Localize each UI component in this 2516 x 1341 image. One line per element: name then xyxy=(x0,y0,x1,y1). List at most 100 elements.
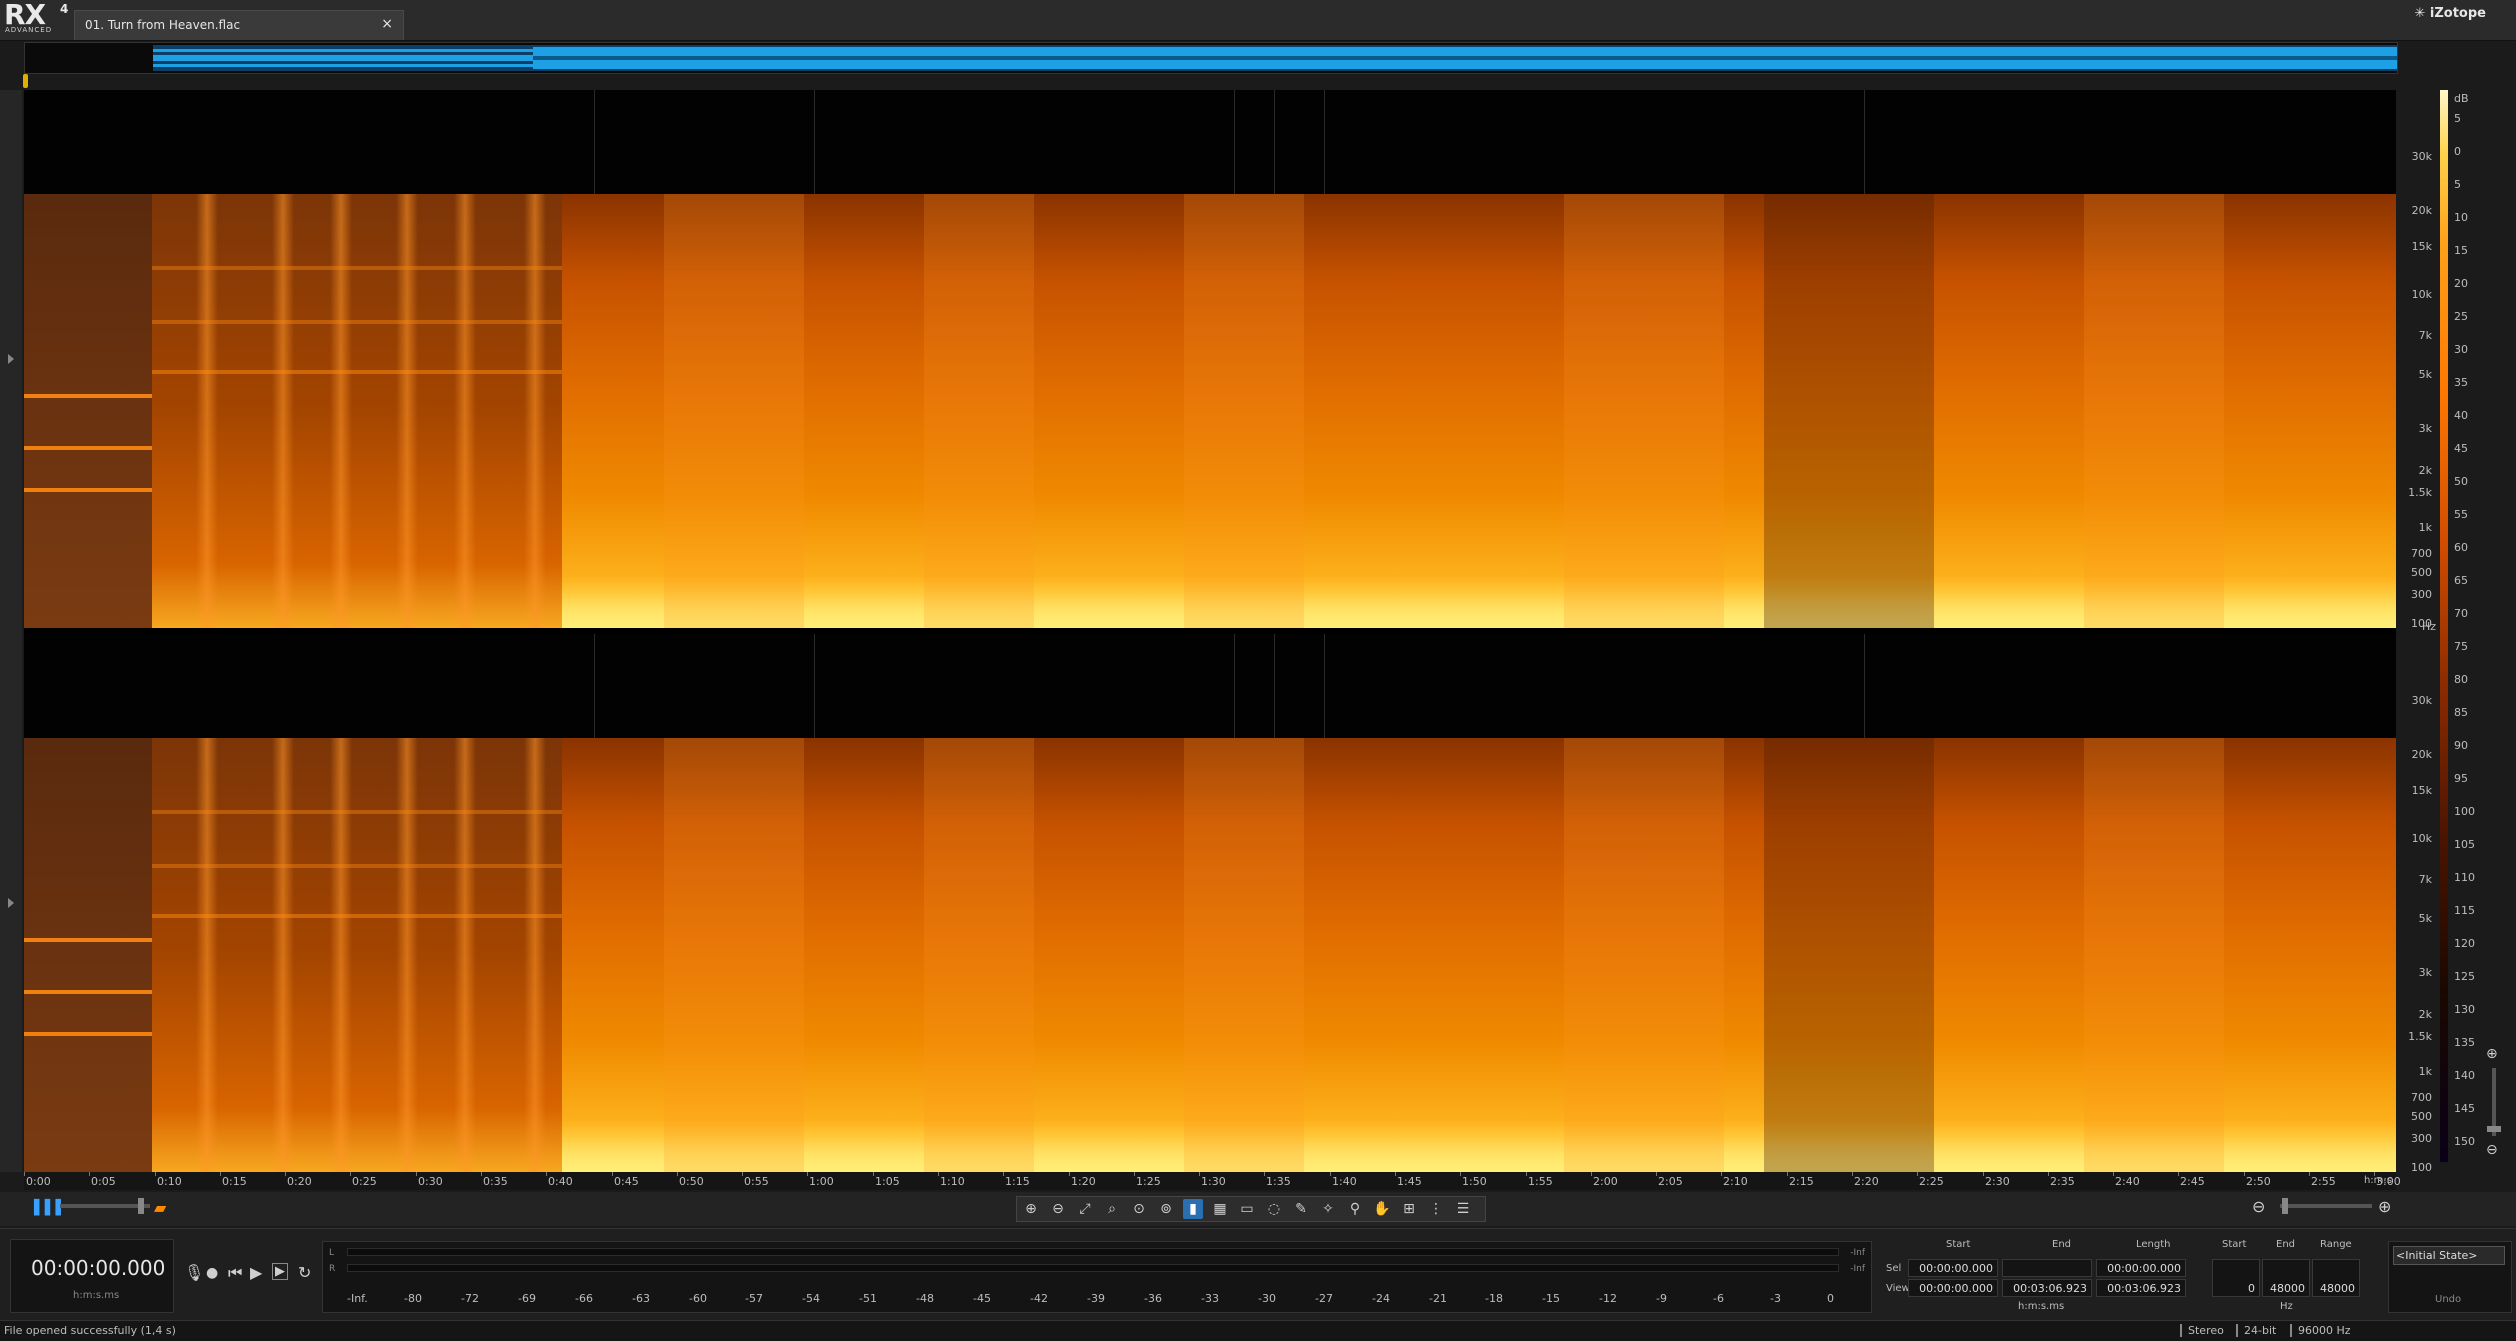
play-button[interactable]: ▶ xyxy=(250,1263,262,1282)
harmonics-icon[interactable]: ⋮ xyxy=(1426,1199,1446,1219)
horizontal-zoom-thumb[interactable] xyxy=(2282,1198,2288,1214)
freq-start-field[interactable]: 0 xyxy=(2212,1259,2260,1297)
time-tick xyxy=(1983,1172,1984,1176)
zoom-out-vertical-icon[interactable]: ⊖ xyxy=(2486,1142,2498,1158)
time-tick xyxy=(1199,1172,1200,1176)
time-tick xyxy=(677,1172,678,1176)
status-message: File opened successfully (1,4 s) xyxy=(4,1324,176,1337)
izotope-logo-icon: ✳ xyxy=(2414,6,2426,21)
db-label: 90 xyxy=(2454,739,2468,752)
view-length-field[interactable]: 00:03:06.923 xyxy=(2096,1279,2186,1297)
current-time-unit: h:m:s.ms xyxy=(73,1290,120,1301)
meter-left-label: L xyxy=(329,1248,335,1258)
waveform-overview[interactable] xyxy=(24,42,2398,74)
meter-scale-label: -3 xyxy=(1770,1292,1781,1305)
frequency-label: 500 xyxy=(2411,1110,2432,1123)
sel-length-field[interactable]: 00:00:00.000 xyxy=(2096,1259,2186,1277)
meter-scale-label: -15 xyxy=(1542,1292,1560,1305)
zoom-freq-icon[interactable]: ⊚ xyxy=(1156,1199,1176,1219)
time-tick xyxy=(2178,1172,2179,1176)
playhead-marker[interactable] xyxy=(23,74,28,88)
view-end-field[interactable]: 00:03:06.923 xyxy=(2002,1279,2092,1297)
magic-wand-icon[interactable]: ✧ xyxy=(1318,1199,1338,1219)
db-color-bar xyxy=(2440,90,2448,1162)
opacity-slider-thumb[interactable] xyxy=(138,1198,144,1214)
vertical-zoom-thumb[interactable] xyxy=(2487,1126,2501,1132)
time-label: 2:15 xyxy=(1789,1175,1814,1188)
waveform-toggle-icon[interactable]: ▌▌▌ xyxy=(34,1200,66,1216)
time-label: 0:40 xyxy=(548,1175,573,1188)
zoom-fit-icon[interactable]: ⤢ xyxy=(1075,1199,1095,1219)
meter-scale-label: -60 xyxy=(689,1292,707,1305)
horizontal-zoom-slider[interactable] xyxy=(2280,1204,2372,1208)
zoom-out-icon[interactable]: ⊖ xyxy=(1048,1199,1068,1219)
overview-waveform xyxy=(153,45,2397,71)
undo-label: Undo xyxy=(2435,1294,2462,1305)
db-label: 140 xyxy=(2454,1069,2475,1082)
close-tab-button[interactable]: × xyxy=(381,16,393,32)
loop-button[interactable]: ↻ xyxy=(298,1263,311,1282)
hand-icon[interactable]: ✋ xyxy=(1372,1199,1392,1219)
spectrogram-opacity-slider[interactable] xyxy=(60,1204,150,1208)
zoom-in-vertical-icon[interactable]: ⊕ xyxy=(2486,1046,2498,1062)
db-label: 55 xyxy=(2454,508,2468,521)
time-tick xyxy=(1134,1172,1135,1176)
view-start-field[interactable]: 00:00:00.000 xyxy=(1908,1279,1998,1297)
db-label: 120 xyxy=(2454,937,2475,950)
magnify-icon[interactable]: ⚲ xyxy=(1345,1199,1365,1219)
zoom-in-icon[interactable]: ⊕ xyxy=(1021,1199,1041,1219)
channel-1-arrow-icon[interactable] xyxy=(8,354,14,364)
file-tab[interactable]: 01. Turn from Heaven.flac × xyxy=(74,10,404,40)
meter-scale-label: -21 xyxy=(1429,1292,1447,1305)
zoom-selection-icon[interactable]: ⌕ xyxy=(1102,1199,1122,1219)
snap-icon[interactable]: ⊞ xyxy=(1399,1199,1419,1219)
frequency-label: 5k xyxy=(2418,367,2432,381)
meter-scale-label: -18 xyxy=(1485,1292,1503,1305)
view-toolbar: ▌▌▌ ▰ ⊕ ⊖ ⤢ ⌕ ⊙ ⊚ ▮ ▦ ▭ ◌ ✎ ✧ ⚲ ✋ ⊞ ⋮ ☰ ⊖ ⊕ xyxy=(0,1192,2516,1226)
time-tick xyxy=(1852,1172,1853,1176)
time-label: 1:45 xyxy=(1397,1175,1422,1188)
freq-unit: Hz xyxy=(2280,1301,2293,1312)
frequency-label: 300 xyxy=(2411,1132,2432,1146)
frequency-label: 3k xyxy=(2418,966,2432,979)
current-time: 00:00:00.000 xyxy=(31,1256,166,1280)
spectrogram-view[interactable] xyxy=(24,90,2396,1172)
db-color-scale: dB 5 0 5 10 15 20 25 30 35 40 45 50 55 60 65 70 75 80 85 90… xyxy=(2436,90,2516,1170)
logo-edition: ADVANCED xyxy=(5,26,53,34)
time-tick xyxy=(612,1172,613,1176)
brush-icon[interactable]: ✎ xyxy=(1291,1199,1311,1219)
time-freq-select-icon[interactable]: ▦ xyxy=(1210,1199,1230,1219)
lasso-icon[interactable]: ◌ xyxy=(1264,1199,1284,1219)
spectrogram-channel-left[interactable] xyxy=(24,90,2396,628)
status-bit-depth: 24-bit xyxy=(2236,1324,2276,1337)
db-label: 20 xyxy=(2454,277,2468,290)
zoom-time-icon[interactable]: ⊙ xyxy=(1129,1199,1149,1219)
zoom-out-horizontal-icon[interactable]: ⊖ xyxy=(2252,1197,2265,1216)
time-axis: 0:00 0:05 0:10 0:15 0:20 0:25 0:30 0:35 0:40 0:45… xyxy=(24,1172,2401,1190)
time-select-icon[interactable]: ▮ xyxy=(1183,1199,1203,1219)
time-tick xyxy=(1395,1172,1396,1176)
spectrogram-toggle-icon[interactable]: ▰ xyxy=(154,1198,176,1217)
sel-end-field[interactable] xyxy=(2002,1259,2092,1277)
spectrogram-channel-right[interactable] xyxy=(24,634,2396,1172)
rewind-button[interactable]: ⏮ xyxy=(228,1263,242,1283)
settings-icon[interactable]: ☰ xyxy=(1453,1199,1473,1219)
undo-history-item[interactable]: <Initial State> xyxy=(2393,1246,2505,1265)
zoom-in-horizontal-icon[interactable]: ⊕ xyxy=(2378,1197,2391,1216)
channel-2-arrow-icon[interactable] xyxy=(8,898,14,908)
record-button[interactable]: ● xyxy=(206,1265,218,1281)
play-selection-button[interactable]: ▶ xyxy=(272,1263,288,1280)
sel-start-field[interactable]: 00:00:00.000 xyxy=(1908,1259,1998,1277)
time-label: 1:15 xyxy=(1005,1175,1030,1188)
db-label: 0 xyxy=(2454,145,2461,158)
freq-end-field[interactable]: 48000 xyxy=(2262,1259,2310,1297)
time-label: 1:35 xyxy=(1266,1175,1291,1188)
time-unit: h:m:s xyxy=(2363,1175,2392,1186)
freq-select-icon[interactable]: ▭ xyxy=(1237,1199,1257,1219)
time-label: 1:55 xyxy=(1528,1175,1553,1188)
freq-range-field[interactable]: 48000 xyxy=(2312,1259,2360,1297)
record-icon[interactable]: 🎙 xyxy=(184,1263,204,1282)
file-tab-title: 01. Turn from Heaven.flac xyxy=(85,18,241,32)
time-label: 1:05 xyxy=(875,1175,900,1188)
time-tick xyxy=(873,1172,874,1176)
